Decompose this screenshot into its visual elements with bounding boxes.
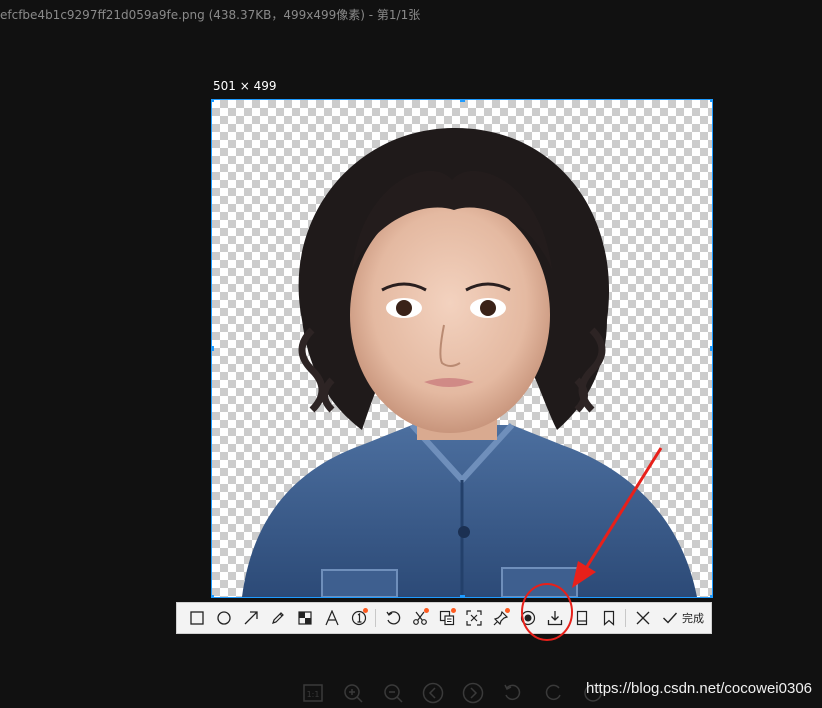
viewer-controls: 1:1 [300, 680, 606, 706]
arrow-icon [244, 611, 258, 625]
capture-selection[interactable] [211, 99, 713, 598]
resize-handle-sw[interactable] [212, 595, 214, 597]
portrait-photo [242, 127, 697, 597]
cutout-tool[interactable] [406, 603, 433, 633]
screenshot-toolbar: 完成 [176, 602, 712, 634]
zoom-out-icon [384, 684, 403, 703]
mosaic-icon [297, 611, 312, 625]
number-tool[interactable] [345, 603, 372, 633]
undo-tool[interactable] [379, 603, 406, 633]
circle-icon [216, 611, 231, 625]
cancel-tool[interactable] [629, 603, 656, 633]
text-icon [324, 610, 339, 626]
download-icon [547, 611, 562, 626]
rotate-left-button[interactable] [500, 680, 526, 706]
save-tool[interactable] [541, 603, 568, 633]
rotate-left-icon [504, 684, 521, 701]
pin-tool[interactable] [487, 603, 514, 633]
next-button[interactable] [460, 680, 486, 706]
new-badge [424, 608, 429, 613]
zoom-out-button[interactable] [380, 680, 406, 706]
resize-handle-se[interactable] [710, 595, 712, 597]
bookmark-tool[interactable] [595, 603, 622, 633]
record-tool[interactable] [514, 603, 541, 633]
window-title: efcfbe4b1c9297ff21d059a9fe.png (438.37KB… [0, 8, 421, 22]
rectangle-icon [189, 611, 204, 625]
watermark-url: https://blog.csdn.net/cocowei0306 [586, 680, 812, 697]
toolbar-divider [625, 609, 626, 627]
chevron-left-icon [422, 682, 444, 704]
actual-size-label: 1:1 [307, 690, 320, 699]
pencil-icon [271, 612, 284, 624]
bookmark-icon [603, 610, 614, 626]
scan-icon [465, 610, 482, 626]
record-icon [520, 610, 535, 626]
rectangle-tool[interactable] [183, 603, 210, 633]
rotate-right-button[interactable] [540, 680, 566, 706]
toolbar-divider [375, 609, 376, 627]
arrow-tool[interactable] [237, 603, 264, 633]
ellipse-tool[interactable] [210, 603, 237, 633]
resize-handle-w[interactable] [212, 346, 214, 351]
new-badge [363, 608, 368, 613]
rotate-right-icon [545, 684, 561, 701]
chevron-right-icon [462, 682, 484, 704]
pen-tool[interactable] [264, 603, 291, 633]
resize-handle-n[interactable] [460, 100, 465, 102]
undo-icon [385, 611, 400, 625]
device-tool[interactable] [568, 603, 595, 633]
text-tool[interactable] [318, 603, 345, 633]
close-icon [636, 611, 649, 625]
ocr-tool[interactable] [433, 603, 460, 633]
actual-size-button[interactable]: 1:1 [300, 680, 326, 706]
checkmark-icon [663, 612, 678, 624]
resize-handle-s[interactable] [460, 595, 465, 597]
new-badge [451, 608, 456, 613]
phone-icon [576, 610, 587, 626]
resize-handle-e[interactable] [710, 346, 712, 351]
resize-handle-nw[interactable] [212, 100, 214, 102]
mosaic-tool[interactable] [291, 603, 318, 633]
resize-handle-ne[interactable] [710, 100, 712, 102]
actual-size-icon: 1:1 [303, 684, 323, 702]
zoom-in-button[interactable] [340, 680, 366, 706]
done-button[interactable]: 完成 [656, 603, 710, 633]
done-label: 完成 [682, 612, 704, 625]
zoom-in-icon [344, 684, 363, 703]
previous-button[interactable] [420, 680, 446, 706]
new-badge [505, 608, 510, 613]
scan-tool[interactable] [460, 603, 487, 633]
selection-size-label: 501 × 499 [213, 79, 277, 93]
